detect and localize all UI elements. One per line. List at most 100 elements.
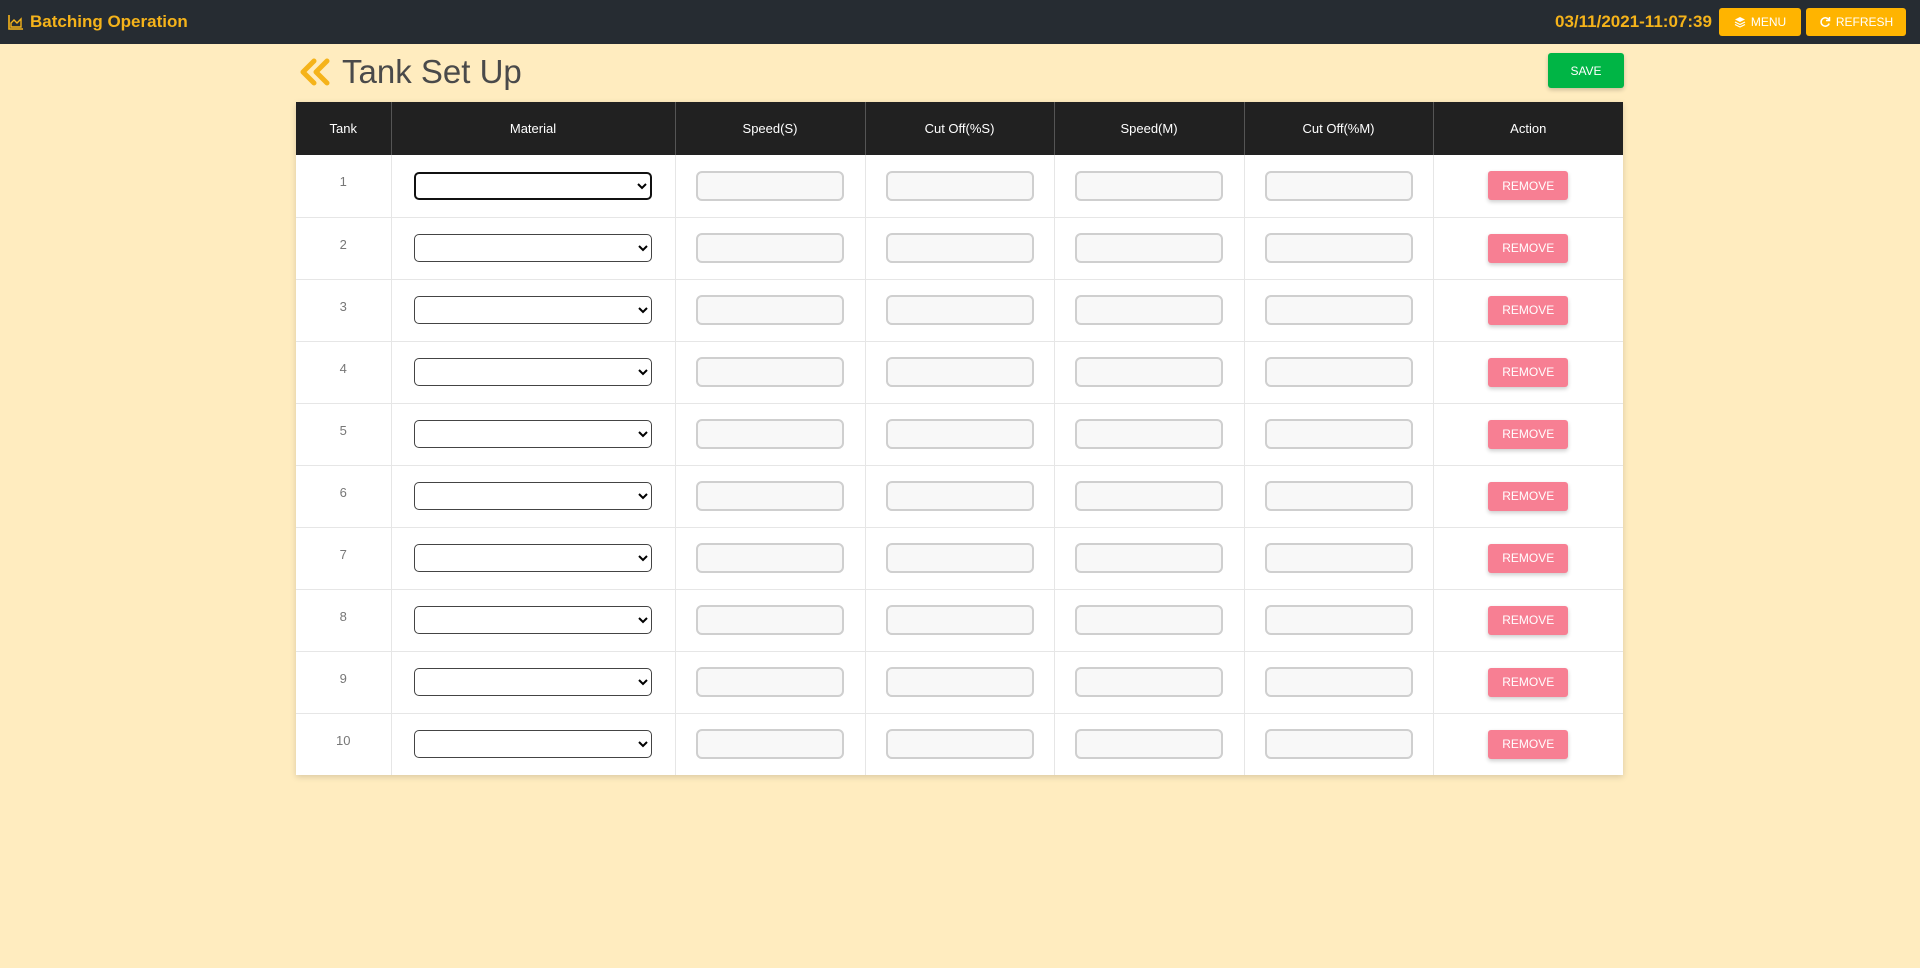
save-button[interactable]: SAVE	[1548, 53, 1624, 88]
menu-button[interactable]: MENU	[1719, 8, 1801, 36]
speed-s-input[interactable]	[696, 729, 844, 760]
remove-button[interactable]: REMOVE	[1488, 605, 1569, 635]
material-cell	[391, 403, 676, 465]
column-header-action: Action	[1510, 121, 1547, 136]
remove-button[interactable]: REMOVE	[1488, 667, 1569, 697]
material-select[interactable]	[414, 606, 652, 634]
tank-setup-table: Tank Material Speed(S) Cut Off(%S) Speed…	[296, 102, 1623, 775]
cutoff-m-input[interactable]	[1264, 543, 1413, 573]
speed-s-input[interactable]	[696, 170, 844, 201]
cutoff-m-input[interactable]	[1264, 357, 1413, 387]
speed-m-input[interactable]	[1075, 170, 1223, 201]
cutoff-m-input[interactable]	[1264, 481, 1413, 511]
speed-s-cell	[675, 465, 866, 527]
cutoff-s-input[interactable]	[885, 667, 1034, 697]
remove-button[interactable]: REMOVE	[1488, 295, 1569, 325]
tank-number: 7	[296, 527, 392, 589]
speed-s-input[interactable]	[696, 667, 844, 697]
speed-s-input[interactable]	[696, 295, 844, 325]
brand[interactable]: Batching Operation	[8, 0, 188, 44]
cutoff-s-input[interactable]	[885, 170, 1034, 201]
cutoff-s-cell	[865, 527, 1055, 589]
cutoff-s-input[interactable]	[885, 233, 1034, 263]
speed-s-input[interactable]	[696, 543, 844, 573]
table-body: 1 REMOVE 2 REMOVE 3 REMOVE 4 REMOVE 5 REMOVE 6 REMO…	[296, 155, 1623, 775]
remove-button[interactable]: REMOVE	[1488, 481, 1569, 511]
cutoff-m-cell	[1244, 465, 1434, 527]
material-select[interactable]	[414, 482, 652, 510]
remove-button[interactable]: REMOVE	[1488, 171, 1569, 201]
cutoff-m-input[interactable]	[1264, 667, 1413, 697]
material-cell	[391, 589, 676, 651]
cutoff-m-input[interactable]	[1264, 295, 1413, 325]
tank-number: 1	[296, 155, 392, 217]
speed-m-input[interactable]	[1075, 543, 1223, 573]
material-select[interactable]	[414, 296, 652, 324]
speed-s-input[interactable]	[696, 357, 844, 387]
cutoff-s-input[interactable]	[885, 481, 1034, 511]
speed-m-cell	[1054, 155, 1245, 217]
speed-m-input[interactable]	[1075, 667, 1223, 697]
cutoff-s-cell	[865, 279, 1055, 341]
cutoff-s-input[interactable]	[885, 729, 1034, 760]
cutoff-s-input[interactable]	[885, 357, 1034, 387]
speed-m-cell	[1054, 713, 1245, 775]
material-select[interactable]	[414, 171, 652, 200]
double-chevron-left-icon[interactable]	[296, 57, 334, 87]
cutoff-m-input[interactable]	[1264, 170, 1413, 201]
material-select[interactable]	[414, 730, 652, 759]
speed-s-input[interactable]	[696, 419, 844, 449]
material-select[interactable]	[414, 358, 652, 386]
cutoff-m-input[interactable]	[1264, 419, 1413, 449]
material-select[interactable]	[414, 234, 652, 262]
tank-number: 10	[296, 713, 392, 775]
material-select[interactable]	[414, 668, 652, 696]
action-cell: REMOVE	[1433, 527, 1623, 589]
tank-number: 9	[296, 651, 392, 713]
speed-m-input[interactable]	[1075, 233, 1223, 263]
cutoff-s-input[interactable]	[885, 605, 1034, 635]
speed-m-input[interactable]	[1075, 357, 1223, 387]
table-header-row: Tank Material Speed(S) Cut Off(%S) Speed…	[296, 102, 1623, 155]
speed-m-input[interactable]	[1075, 481, 1223, 511]
speed-s-input[interactable]	[696, 233, 844, 263]
speed-m-input[interactable]	[1075, 295, 1223, 325]
cutoff-m-cell	[1244, 651, 1434, 713]
cutoff-m-input[interactable]	[1264, 233, 1413, 263]
page-title: Tank Set Up	[342, 53, 522, 90]
column-header-cutoff-s: Cut Off(%S)	[865, 102, 1055, 155]
remove-button[interactable]: REMOVE	[1488, 357, 1569, 387]
cutoff-s-input[interactable]	[885, 543, 1034, 573]
speed-m-input[interactable]	[1075, 729, 1223, 760]
column-header-speed-s: Speed(S)	[675, 102, 866, 155]
table-row: 8 REMOVE	[296, 589, 1623, 651]
menu-label: MENU	[1750, 15, 1787, 29]
speed-s-input[interactable]	[696, 605, 844, 635]
action-cell: REMOVE	[1433, 589, 1623, 651]
refresh-button[interactable]: REFRESH	[1806, 8, 1906, 36]
cutoff-s-input[interactable]	[885, 419, 1034, 449]
material-cell	[391, 217, 676, 279]
action-cell: REMOVE	[1433, 403, 1623, 465]
material-select[interactable]	[414, 544, 652, 572]
speed-s-input[interactable]	[696, 481, 844, 511]
remove-button[interactable]: REMOVE	[1488, 419, 1569, 449]
material-cell	[391, 155, 676, 217]
remove-button[interactable]: REMOVE	[1488, 543, 1569, 573]
speed-m-input[interactable]	[1075, 605, 1223, 635]
speed-s-cell	[675, 279, 866, 341]
speed-s-cell	[675, 217, 866, 279]
remove-button[interactable]: REMOVE	[1488, 233, 1569, 263]
cutoff-s-input[interactable]	[885, 295, 1034, 325]
speed-m-input[interactable]	[1075, 419, 1223, 449]
remove-button[interactable]: REMOVE	[1488, 729, 1569, 759]
cutoff-m-input[interactable]	[1264, 729, 1413, 760]
action-cell: REMOVE	[1433, 651, 1623, 713]
cutoff-m-cell	[1244, 341, 1434, 403]
material-select[interactable]	[414, 420, 652, 448]
table-row: 4 REMOVE	[296, 341, 1623, 403]
cutoff-m-input[interactable]	[1264, 605, 1413, 635]
cutoff-m-cell	[1244, 527, 1434, 589]
column-header-cutoff-m: Cut Off(%M)	[1244, 102, 1434, 155]
action-cell: REMOVE	[1433, 465, 1623, 527]
